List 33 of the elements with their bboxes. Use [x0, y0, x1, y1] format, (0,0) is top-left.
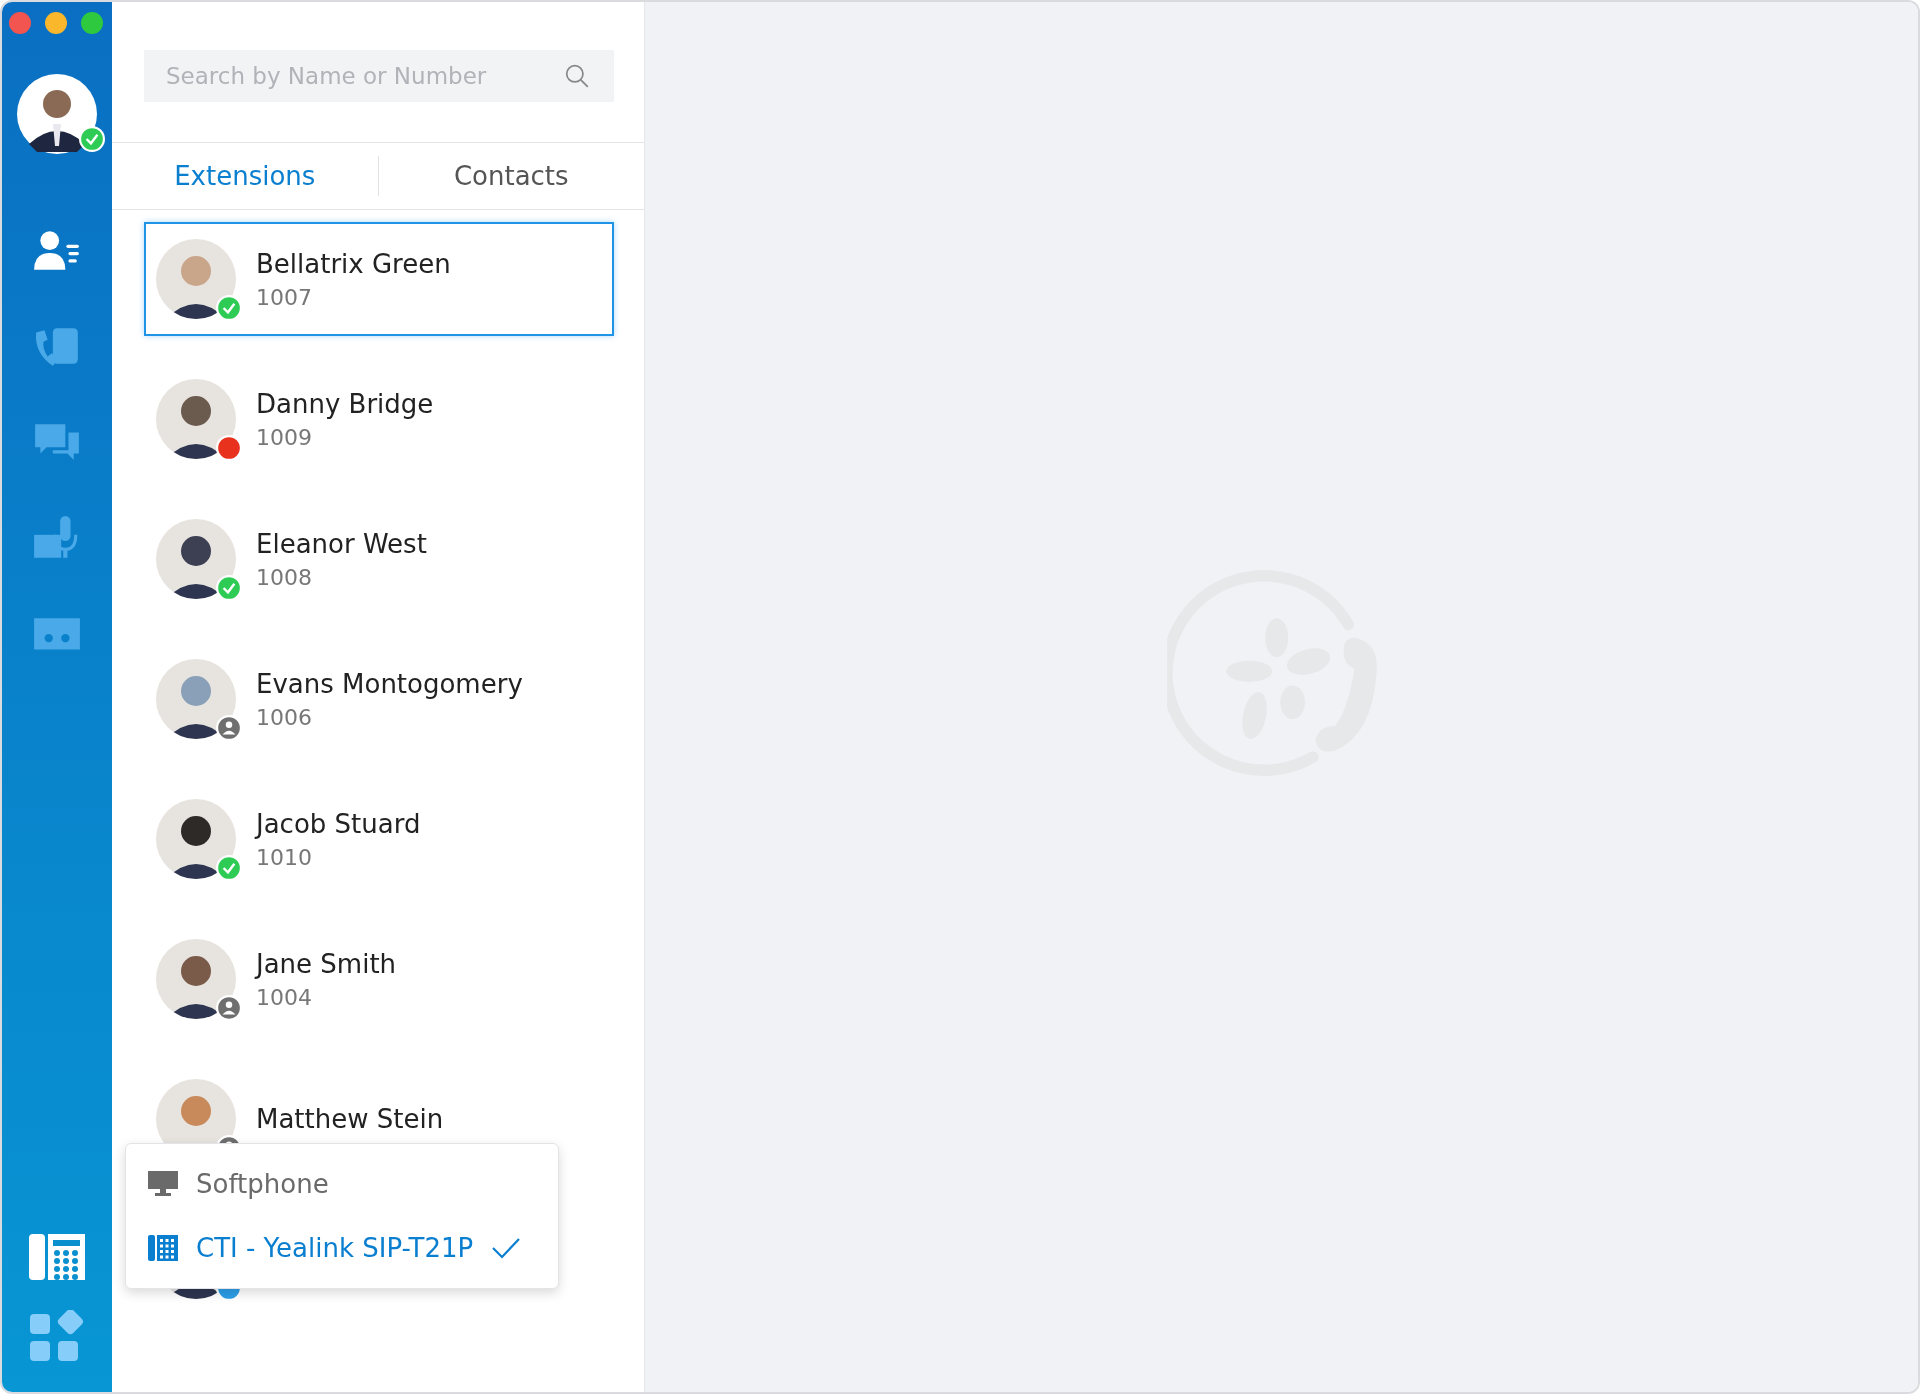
contact-name: Matthew Stein	[256, 1104, 444, 1134]
apps-grid-icon[interactable]	[29, 1310, 85, 1362]
extension-item[interactable]: Jane Smith 1004	[144, 922, 614, 1036]
extension-item[interactable]: Jacob Stuard 1010	[144, 782, 614, 896]
extension-number: 1004	[256, 984, 313, 1010]
minimize-button[interactable]	[45, 12, 67, 34]
extension-number: 1009	[256, 424, 313, 450]
extension-item[interactable]: Bellatrix Green 1007	[144, 222, 614, 336]
search-icon[interactable]	[564, 63, 590, 89]
extension-number: 1008	[256, 564, 313, 590]
search-field[interactable]: Search by Name or Number	[144, 50, 614, 102]
extension-number: 1010	[256, 844, 313, 870]
extension-number: 1007	[256, 284, 313, 310]
contact-name: Jane Smith	[256, 948, 397, 979]
desk-phone-icon	[148, 1235, 178, 1261]
extension-number: 1006	[256, 704, 313, 730]
contact-name: Danny Bridge	[256, 388, 434, 419]
contact-name: Bellatrix Green	[256, 248, 451, 279]
contact-name: Jacob Stuard	[256, 808, 421, 839]
extension-item[interactable]: Evans Montogomery 1006	[144, 642, 614, 756]
check-icon	[491, 1237, 522, 1259]
menu-item[interactable]: Softphone	[126, 1152, 558, 1216]
contact-name: Eleanor West	[256, 528, 427, 559]
tab[interactable]: Extensions	[112, 161, 378, 191]
close-button[interactable]	[9, 12, 31, 34]
zoom-button[interactable]	[81, 12, 103, 34]
tab[interactable]: Contacts	[378, 161, 644, 191]
desk-phone-icon[interactable]	[29, 1232, 85, 1282]
menu-item[interactable]: CTI - Yealink SIP-T21P	[126, 1216, 558, 1280]
extension-item[interactable]: Danny Bridge 1009	[144, 362, 614, 476]
monitor-icon	[148, 1171, 178, 1197]
extension-item[interactable]: Eleanor West 1008	[144, 502, 614, 616]
contact-name: Evans Montogomery	[256, 668, 523, 699]
